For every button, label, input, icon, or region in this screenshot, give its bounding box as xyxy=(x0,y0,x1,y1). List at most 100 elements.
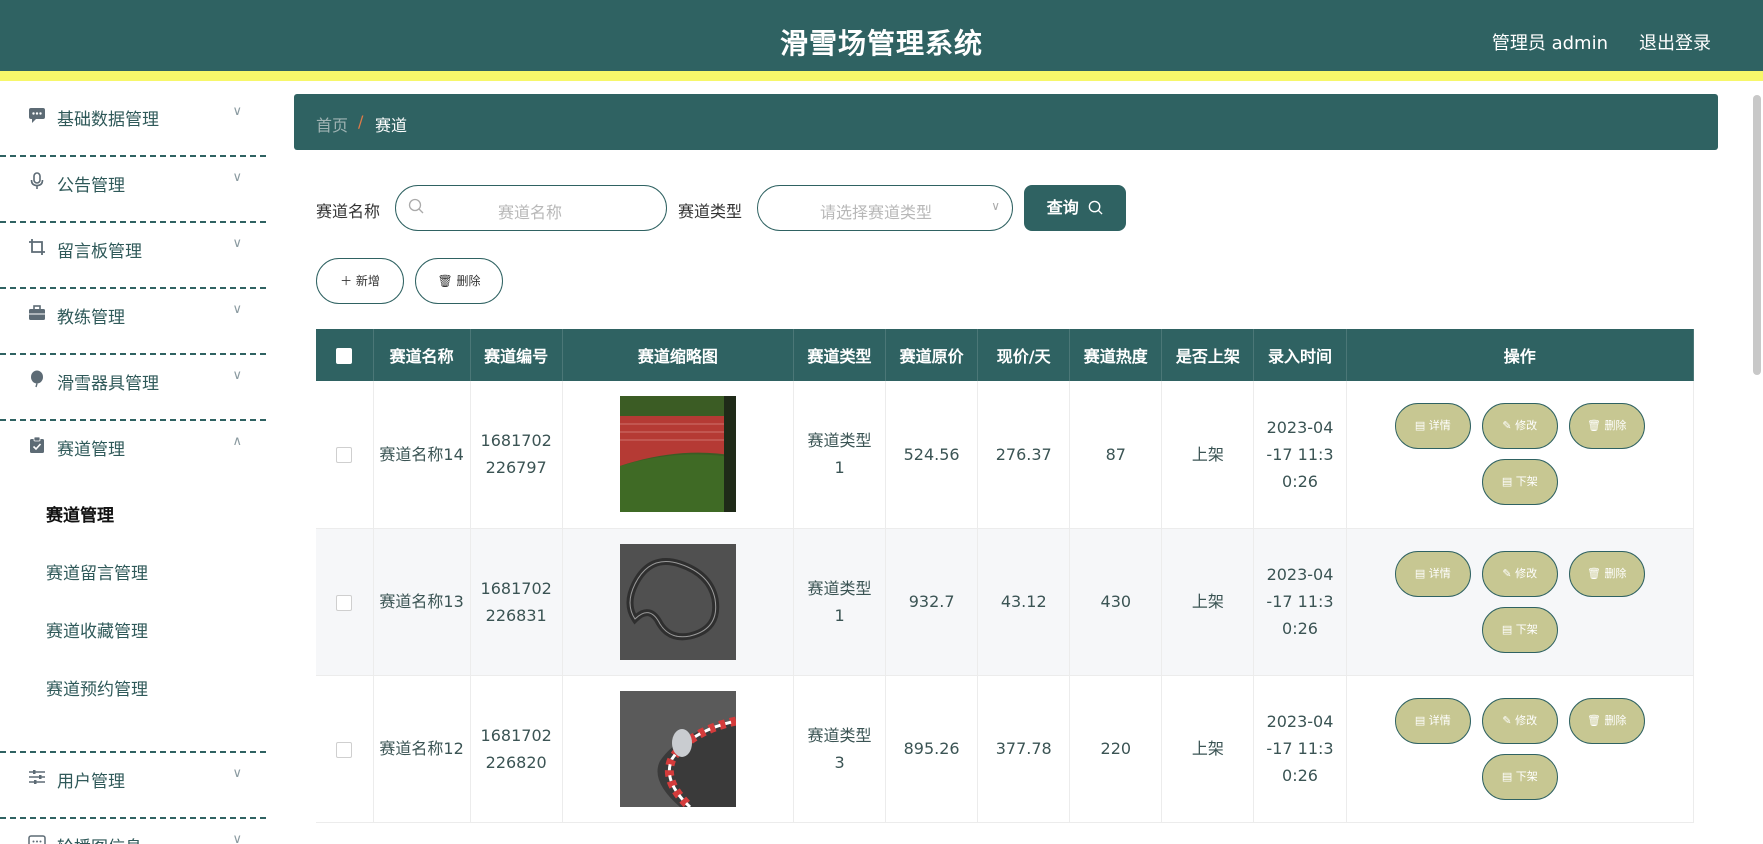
row-checkbox[interactable] xyxy=(336,447,353,464)
query-button[interactable]: 查询 xyxy=(1024,185,1126,231)
edit-button[interactable]: ✎ 修改 xyxy=(1481,403,1558,450)
row-delete-button[interactable]: 🗑 删除 xyxy=(1568,403,1645,450)
row-checkbox[interactable] xyxy=(336,594,353,611)
detail-button[interactable]: ▤ 详情 xyxy=(1394,403,1471,450)
row-select-cell xyxy=(316,381,374,529)
detail-label: 详情 xyxy=(1428,566,1451,580)
column-header: 赛道热度 xyxy=(1069,329,1163,381)
operations-cell: ▤ 详情 ✎ 修改 🗑 删除 ▤ 下架 xyxy=(1346,528,1695,676)
column-header: 是否上架 xyxy=(1161,329,1255,381)
original-price-cell: 524.56 xyxy=(885,381,979,529)
track-code-cell: 1681702226797 xyxy=(470,381,563,529)
top-header: 滑雪场管理系统 管理员 admin 退出登录 xyxy=(0,0,1763,81)
table-row: 赛道名称13 1681702226831 赛道类型1 932.7 43.12 4… xyxy=(316,528,1695,676)
sliders-icon xyxy=(27,768,47,788)
select-all-checkbox[interactable] xyxy=(336,348,353,364)
pencil-icon: ✎ xyxy=(1502,419,1516,433)
offline-label: 下架 xyxy=(1515,622,1538,636)
table-header-row: 赛道名称 赛道编号 赛道缩略图 赛道类型 赛道原价 现价/天 赛道热度 是否上架… xyxy=(316,329,1695,381)
sidebar-item-label: 滑雪器具管理 xyxy=(57,374,159,394)
delete-button[interactable]: 🗑 删除 xyxy=(415,258,503,304)
submenu-item-track-favorite[interactable]: 赛道收藏管理 xyxy=(0,603,266,661)
delete-label: 删除 xyxy=(456,274,481,288)
column-header: 操作 xyxy=(1346,329,1695,381)
row-checkbox[interactable] xyxy=(336,741,353,758)
breadcrumb-separator: / xyxy=(358,112,364,131)
track-name-cell: 赛道名称14 xyxy=(373,381,471,529)
sidebar-item-label: 教练管理 xyxy=(57,308,125,328)
popularity-cell: 220 xyxy=(1069,675,1163,823)
track-code-cell: 1681702226820 xyxy=(470,675,563,823)
track-type-cell: 赛道类型1 xyxy=(793,381,887,529)
track-name-placeholder: 赛道名称 xyxy=(498,203,563,222)
track-thumbnail[interactable] xyxy=(619,690,737,810)
row-delete-button[interactable]: 🗑 删除 xyxy=(1568,697,1645,744)
status-cell: 上架 xyxy=(1161,381,1255,529)
thumbnail-cell xyxy=(562,528,794,676)
add-button[interactable]: ＋ 新增 xyxy=(316,258,404,304)
sidebar-item-label: 轮播图信息 xyxy=(57,833,142,844)
sidebar-item-track[interactable]: 赛道管理 ∧ 赛道管理 赛道留言管理 赛道收藏管理 赛道预约管理 xyxy=(0,421,266,753)
current-user: 管理员 admin xyxy=(1491,33,1608,54)
column-header: 赛道编号 xyxy=(470,329,563,381)
submenu-item-track-comment[interactable]: 赛道留言管理 xyxy=(0,545,266,603)
sidebar-item-carousel[interactable]: 轮播图信息 ∨ xyxy=(0,819,266,844)
edit-button[interactable]: ✎ 修改 xyxy=(1481,550,1558,597)
clipboard-icon xyxy=(27,436,47,456)
document-icon: ▤ xyxy=(1501,622,1516,636)
sidebar-item-notice[interactable]: 公告管理 ∨ xyxy=(0,157,266,223)
submenu-item-track-booking[interactable]: 赛道预约管理 xyxy=(0,661,266,719)
thumbnail-cell xyxy=(562,675,794,823)
sidebar-item-ski-gear[interactable]: 滑雪器具管理 ∨ xyxy=(0,355,266,421)
current-price-cell: 377.78 xyxy=(977,675,1071,823)
current-price-cell: 276.37 xyxy=(977,381,1071,529)
edit-button[interactable]: ✎ 修改 xyxy=(1481,697,1558,744)
original-price-cell: 932.7 xyxy=(885,528,979,676)
track-name-cell: 赛道名称12 xyxy=(373,675,471,823)
breadcrumb: 首页 / 赛道 xyxy=(294,94,1718,150)
table-row: 赛道名称14 1681702226797 赛道类型1 524.56 276.37… xyxy=(316,381,1695,529)
offline-button[interactable]: ▤ 下架 xyxy=(1481,753,1558,800)
column-header: 赛道原价 xyxy=(885,329,979,381)
entry-time-cell: 2023-04-17 11:30:26 xyxy=(1253,675,1347,823)
main-content: 首页 / 赛道 赛道名称 赛道名称 赛道类型 请选择赛道类型 ∨ 查询 ＋ 新增 xyxy=(266,91,1746,844)
pencil-icon: ✎ xyxy=(1502,713,1516,727)
search-icon xyxy=(1088,187,1103,233)
sidebar-item-label: 用户管理 xyxy=(57,772,125,792)
row-select-cell xyxy=(316,528,374,676)
chevron-down-icon: ∨ xyxy=(991,199,1000,213)
original-price-cell: 895.26 xyxy=(885,675,979,823)
sidebar-item-coach[interactable]: 教练管理 ∨ xyxy=(0,289,266,355)
sidebar: 基础数据管理 ∨ 公告管理 ∨ 留言板管理 ∨ 教练管理 ∨ 滑雪器具管理 ∨ … xyxy=(0,91,266,844)
column-header: 现价/天 xyxy=(977,329,1071,381)
track-type-label: 赛道类型 xyxy=(678,202,743,221)
track-thumbnail[interactable] xyxy=(619,396,736,513)
sidebar-item-user[interactable]: 用户管理 ∨ xyxy=(0,753,266,819)
track-type-select[interactable]: 请选择赛道类型 ∨ xyxy=(757,185,1013,231)
detail-button[interactable]: ▤ 详情 xyxy=(1394,697,1471,744)
scrollbar-thumb[interactable] xyxy=(1753,95,1761,375)
track-name-input[interactable]: 赛道名称 xyxy=(395,185,667,231)
breadcrumb-home[interactable]: 首页 xyxy=(316,112,348,136)
operations-cell: ▤ 详情 ✎ 修改 🗑 删除 ▤ 下架 xyxy=(1346,381,1695,529)
edit-label: 修改 xyxy=(1515,713,1538,727)
query-label: 查询 xyxy=(1046,198,1079,217)
offline-button[interactable]: ▤ 下架 xyxy=(1481,606,1558,653)
trash-icon: 🗑 xyxy=(1587,713,1605,727)
message-icon xyxy=(27,834,47,844)
track-thumbnail[interactable] xyxy=(619,543,736,660)
sidebar-item-basic-data[interactable]: 基础数据管理 ∨ xyxy=(0,91,266,157)
document-icon: ▤ xyxy=(1501,769,1516,783)
offline-button[interactable]: ▤ 下架 xyxy=(1481,459,1558,506)
row-delete-button[interactable]: 🗑 删除 xyxy=(1568,550,1645,597)
detail-button[interactable]: ▤ 详情 xyxy=(1394,550,1471,597)
sidebar-item-message-board[interactable]: 留言板管理 ∨ xyxy=(0,223,266,289)
document-icon: ▤ xyxy=(1414,566,1429,580)
sidebar-item-label: 基础数据管理 xyxy=(57,110,159,130)
thumbnail-cell xyxy=(562,381,794,529)
submenu-item-track-manage[interactable]: 赛道管理 xyxy=(0,487,266,545)
current-price-cell: 43.12 xyxy=(977,528,1071,676)
trash-icon: 🗑 xyxy=(1587,419,1605,433)
logout-link[interactable]: 退出登录 xyxy=(1639,29,1711,55)
offline-label: 下架 xyxy=(1515,769,1538,783)
